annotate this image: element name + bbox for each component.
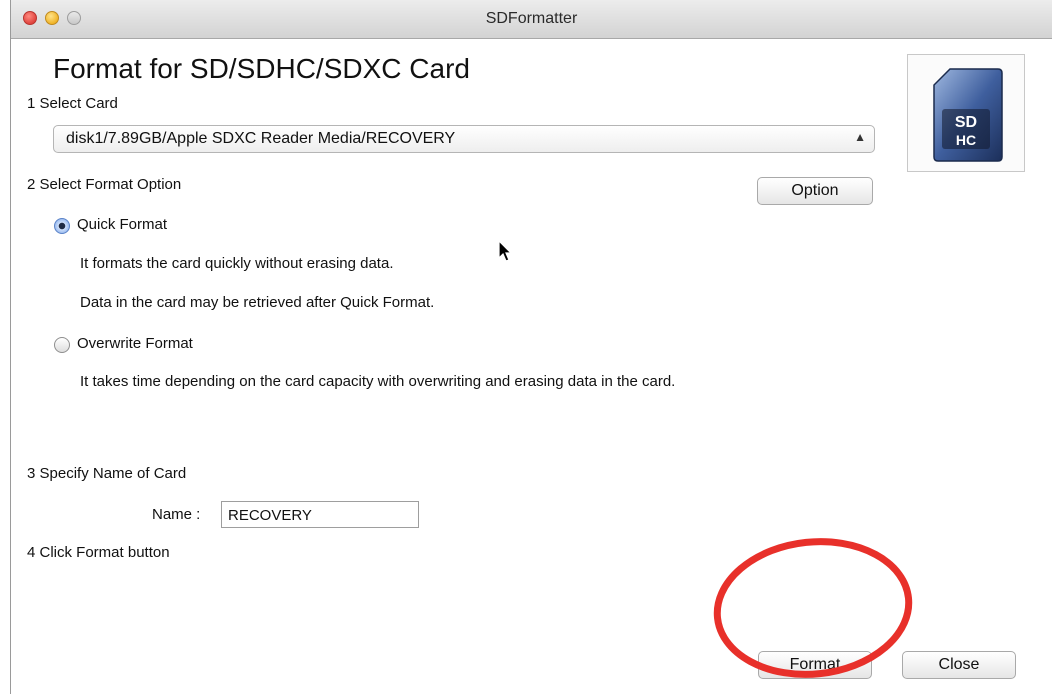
- sd-logo-text: SD: [955, 114, 977, 131]
- close-button[interactable]: Close: [902, 651, 1016, 679]
- step3-label: 3 Specify Name of Card: [27, 465, 187, 482]
- window-title: SDFormatter: [485, 10, 578, 27]
- overwrite-format-label[interactable]: Overwrite Format: [77, 335, 193, 352]
- svg-text:HC: HC: [956, 132, 976, 148]
- quick-format-desc-1: It formats the card quickly without eras…: [80, 255, 394, 272]
- card-select-value: disk1/7.89GB/Apple SDXC Reader Media/REC…: [66, 130, 456, 147]
- overwrite-format-desc: It takes time depending on the card capa…: [80, 373, 676, 390]
- card-select[interactable]: disk1/7.89GB/Apple SDXC Reader Media/REC…: [53, 125, 875, 153]
- sdformatter-window: SDFormatter Format for SD/SDHC/SDXC Card…: [10, 0, 1052, 694]
- name-label: Name :: [152, 506, 201, 523]
- card-name-value: RECOVERY: [228, 507, 312, 524]
- sd-logo-frame: SD HC: [907, 54, 1025, 172]
- quick-format-desc-2: Data in the card may be retrieved after …: [80, 294, 435, 311]
- option-button[interactable]: Option: [757, 177, 873, 205]
- overwrite-format-radio[interactable]: [54, 337, 70, 353]
- page-title: Format for SD/SDHC/SDXC Card: [53, 53, 470, 84]
- select-arrows-icon: ▲: [854, 130, 866, 144]
- card-name-input[interactable]: RECOVERY: [221, 501, 419, 528]
- sd-card-icon: SD HC: [933, 68, 1003, 162]
- step4-label: 4 Click Format button: [27, 544, 170, 561]
- title-bar[interactable]: SDFormatter: [11, 0, 1052, 39]
- step2-label: 2 Select Format Option: [27, 176, 182, 193]
- highlight-circle-annotation: [713, 538, 913, 678]
- mouse-pointer-icon: [498, 240, 513, 262]
- quick-format-label[interactable]: Quick Format: [77, 216, 167, 233]
- step1-label: 1 Select Card: [27, 95, 118, 112]
- quick-format-radio[interactable]: [54, 218, 70, 234]
